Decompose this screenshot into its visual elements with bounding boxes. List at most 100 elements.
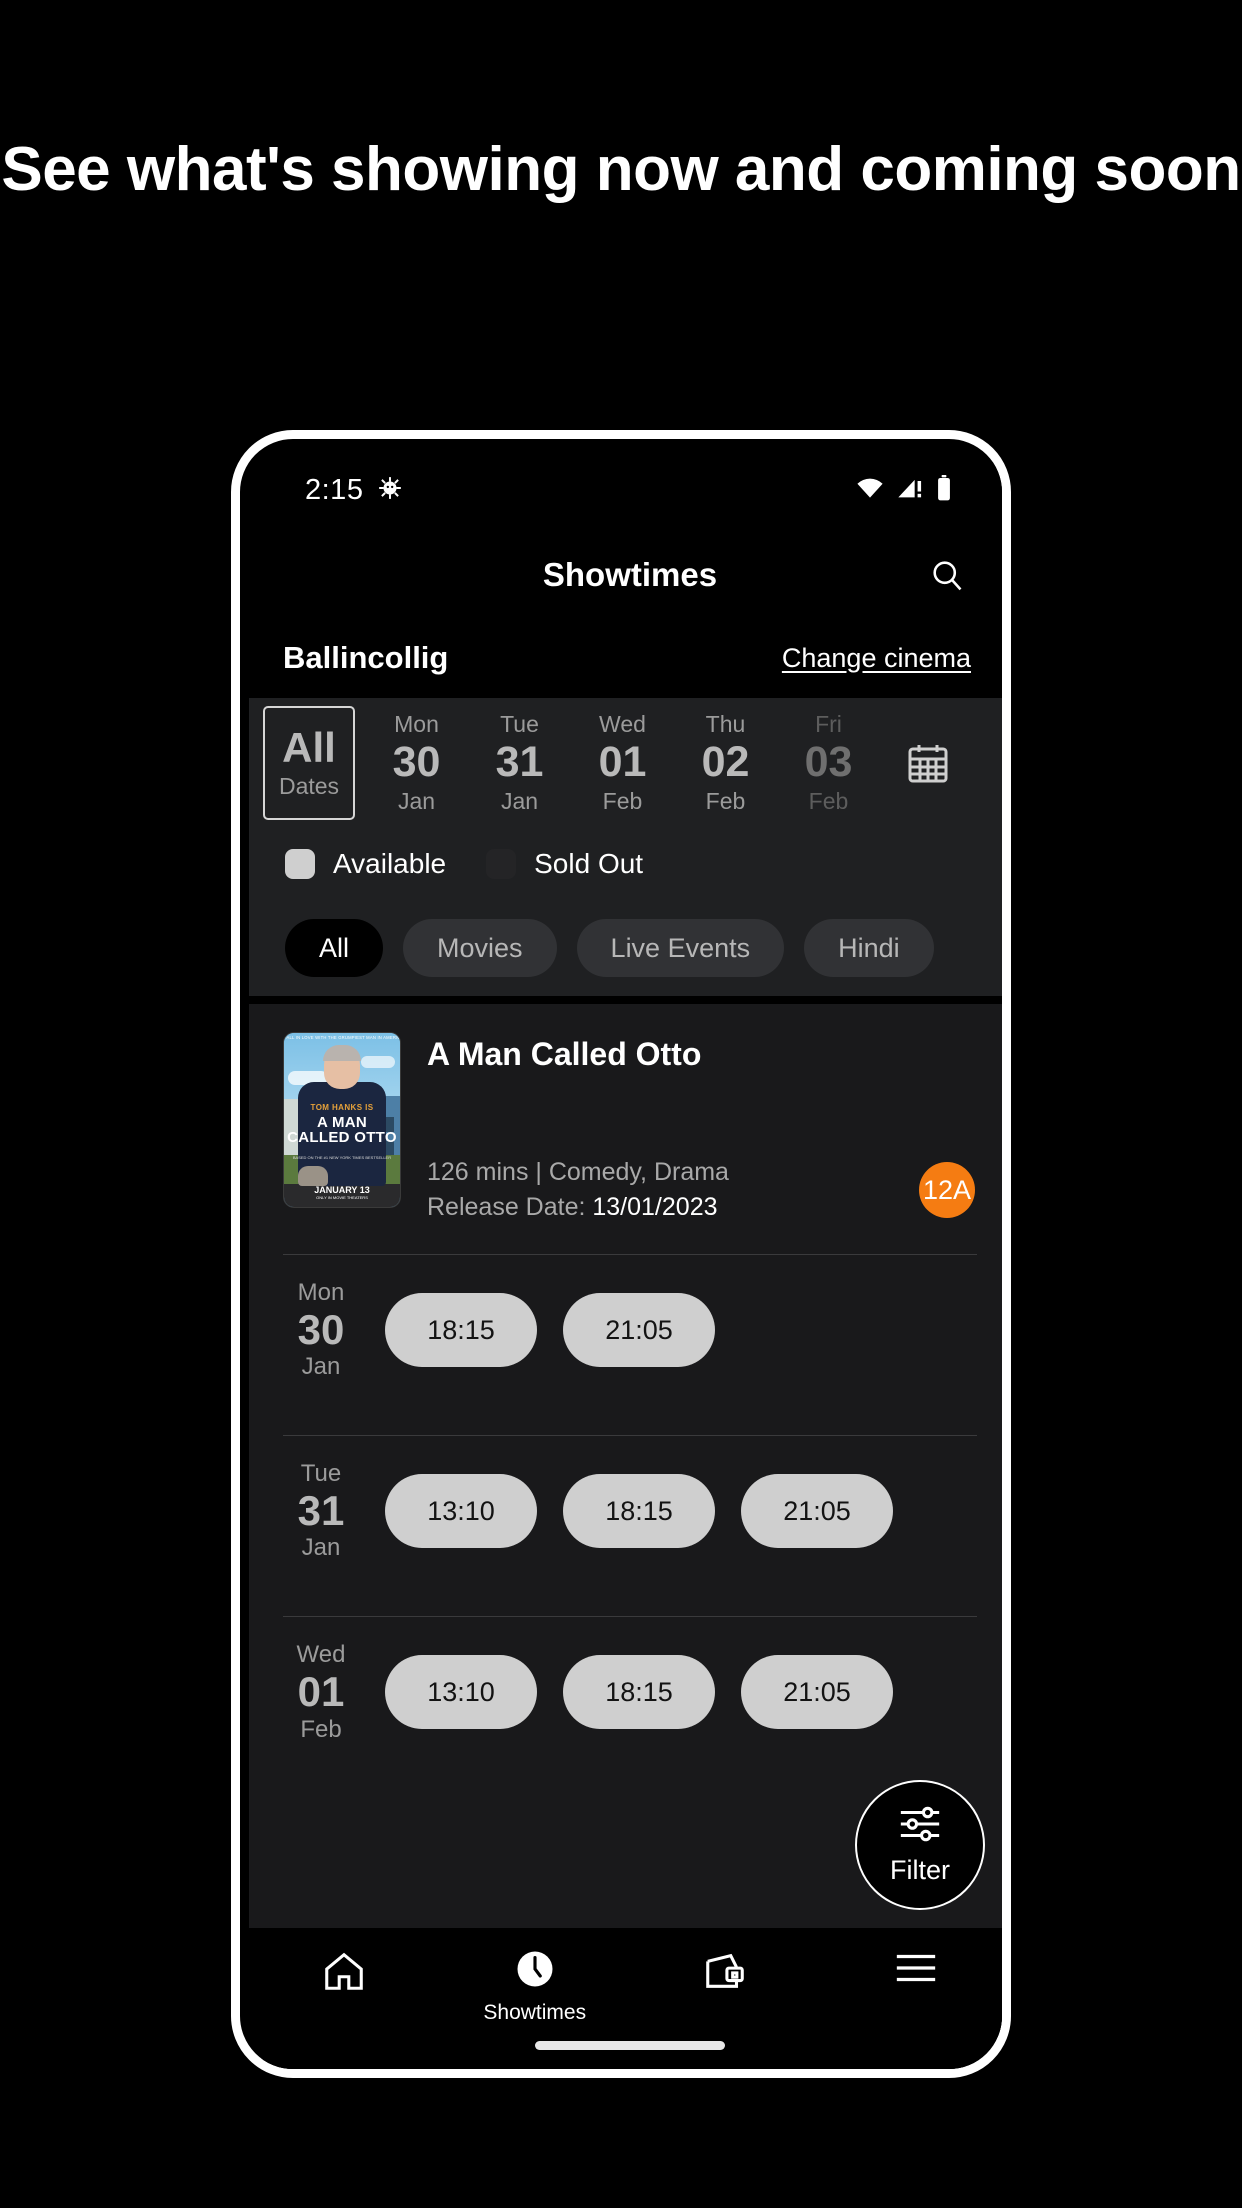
rating-badge: 12A	[919, 1162, 975, 1218]
promo-banner: See what's showing now and coming soon	[0, 0, 1242, 204]
showtime-date: Tue 31 Jan	[283, 1460, 359, 1562]
showtime-pill[interactable]: 21:05	[741, 1655, 893, 1730]
calendar-icon[interactable]	[880, 698, 976, 828]
promo-headline: See what's showing now and coming soon	[1, 135, 1241, 204]
wallet-icon	[702, 1948, 748, 1999]
date-cell[interactable]: Tue 31 Jan	[468, 698, 571, 828]
movie-info: A Man Called Otto 126 mins | Comedy, Dra…	[427, 1032, 977, 1224]
bottom-navigation[interactable]: Showtimes	[249, 1928, 1003, 2069]
legend-label: Sold Out	[534, 848, 644, 879]
nav-item-home[interactable]	[249, 1928, 440, 1999]
date-dow: Mon	[394, 711, 439, 738]
movie-card[interactable]: FALL IN LOVE WITH THE GRUMPIEST MAN IN A…	[249, 1004, 1002, 1224]
wifi-icon	[855, 476, 885, 505]
home-indicator	[535, 2041, 725, 2050]
legend-item-available: Available	[285, 848, 446, 880]
category-chip-list[interactable]: All Movies Live Events Hindi	[249, 900, 1002, 996]
poster-release-month: JANUARY 13	[314, 1185, 370, 1195]
showtime-pill[interactable]: 18:15	[563, 1474, 715, 1549]
showtime-row: Mon 30 Jan 18:15 21:05	[249, 1255, 1002, 1405]
status-bar-right	[855, 474, 953, 506]
date-cell-all[interactable]: All Dates	[263, 706, 355, 820]
category-chip-movies[interactable]: Movies	[403, 919, 557, 977]
status-bar-left: 2:15	[305, 474, 403, 507]
date-cell[interactable]: Mon 30 Jan	[365, 698, 468, 828]
date-selector[interactable]: All Dates Mon 30 Jan Tue 31 Jan Wed 01 F…	[249, 698, 1002, 828]
date-month: Jan	[500, 787, 539, 814]
date-cell[interactable]: Thu 02 Feb	[674, 698, 777, 828]
showtime-pill[interactable]: 13:10	[385, 1474, 537, 1549]
showtime-pills[interactable]: 13:10 18:15 21:05	[385, 1474, 893, 1549]
available-swatch	[285, 849, 315, 879]
home-icon	[321, 1948, 367, 1999]
filters-panel: All Dates Mon 30 Jan Tue 31 Jan Wed 01 F…	[249, 698, 1002, 996]
movie-duration-genre: 126 mins | Comedy, Drama	[427, 1158, 729, 1186]
showtime-pill[interactable]: 18:15	[385, 1293, 537, 1368]
legend-item-sold-out: Sold Out	[486, 848, 643, 880]
release-date-label: Release Date:	[427, 1192, 593, 1221]
date-all-label: All	[282, 724, 336, 772]
showtime-pill[interactable]: 13:10	[385, 1655, 537, 1730]
movie-header: FALL IN LOVE WITH THE GRUMPIEST MAN IN A…	[283, 1032, 977, 1224]
sold-out-swatch	[486, 849, 517, 879]
showtime-pill[interactable]: 21:05	[563, 1293, 715, 1368]
poster-release: JANUARY 13 ONLY IN MOVIE THEATERS	[284, 1185, 400, 1200]
movie-release-line: Release Date: 13/01/2023	[427, 1190, 977, 1225]
movie-meta: 126 mins | Comedy, Drama Release Date: 1…	[427, 1155, 977, 1224]
menu-icon	[893, 1948, 939, 1993]
showtime-dow: Tue	[300, 1460, 342, 1488]
date-day: 03	[804, 738, 853, 787]
change-cinema-link[interactable]: Change cinema	[782, 643, 971, 674]
showtime-pill[interactable]: 21:05	[741, 1474, 893, 1549]
phone-frame: 2:15 Showtimes Ballincollig Change cinem…	[231, 430, 1011, 2078]
filter-fab-label: Filter	[890, 1855, 950, 1885]
date-cell[interactable]: Fri 03 Feb	[777, 698, 880, 828]
movie-title: A Man Called Otto	[427, 1036, 702, 1072]
date-day: 01	[598, 738, 647, 787]
date-day: 02	[701, 738, 750, 787]
showtime-date: Mon 30 Jan	[283, 1279, 359, 1381]
poster-star-line: TOM HANKS IS	[310, 1102, 374, 1112]
search-icon[interactable]	[925, 553, 969, 597]
nav-item-wallet[interactable]	[630, 1928, 821, 1999]
release-date-value: 13/01/2023	[592, 1192, 718, 1221]
nav-item-showtimes[interactable]: Showtimes	[440, 1928, 631, 2025]
showtime-pills[interactable]: 18:15 21:05	[385, 1293, 715, 1368]
movie-poster[interactable]: FALL IN LOVE WITH THE GRUMPIEST MAN IN A…	[283, 1032, 401, 1208]
nav-label-showtimes: Showtimes	[483, 2001, 587, 2024]
date-all-sublabel: Dates	[278, 772, 340, 799]
showtime-row: Wed 01 Feb 13:10 18:15 21:05	[249, 1617, 1002, 1767]
date-dow: Thu	[705, 711, 746, 738]
phone-screen: 2:15 Showtimes Ballincollig Change cinem…	[249, 448, 1003, 2069]
showtime-month: Jan	[301, 1353, 341, 1381]
showtime-pills[interactable]: 13:10 18:15 21:05	[385, 1655, 893, 1730]
showtime-row: Tue 31 Jan 13:10 18:15 21:05	[249, 1436, 1002, 1586]
filter-fab[interactable]: Filter	[855, 1780, 985, 1910]
category-chip-all[interactable]: All	[285, 919, 384, 977]
cinema-name: Ballincollig	[283, 640, 449, 675]
battery-icon	[935, 474, 953, 506]
showtime-dow: Mon	[297, 1279, 345, 1306]
showtime-date: Wed 01 Feb	[283, 1641, 359, 1743]
availability-legend: Available Sold Out	[249, 828, 1002, 900]
date-dow: Fri	[815, 711, 842, 738]
category-chip-live-events[interactable]: Live Events	[576, 919, 785, 977]
legend-label: Available	[333, 848, 447, 879]
showtime-day: 01	[297, 1668, 345, 1716]
showtime-day: 31	[297, 1487, 345, 1535]
poster-title: A MAN CALLED OTTO	[287, 1113, 397, 1147]
date-dow: Wed	[599, 711, 646, 738]
showtime-month: Jan	[301, 1534, 341, 1562]
date-month: Feb	[705, 787, 746, 814]
showtime-pill[interactable]: 18:15	[563, 1655, 715, 1730]
nav-item-menu[interactable]	[821, 1928, 1003, 1993]
date-day: 31	[495, 738, 544, 787]
showtimes-list[interactable]: FALL IN LOVE WITH THE GRUMPIEST MAN IN A…	[249, 1004, 1002, 1928]
bug-icon	[377, 475, 403, 506]
date-cell[interactable]: Wed 01 Feb	[571, 698, 674, 828]
category-chip-hindi[interactable]: Hindi	[804, 919, 934, 977]
app-bar: Showtimes	[249, 532, 1002, 618]
poster-release-sub: ONLY IN MOVIE THEATERS	[316, 1195, 368, 1200]
poster-tagline: FALL IN LOVE WITH THE GRUMPIEST MAN IN A…	[284, 1035, 401, 1040]
date-day: 30	[392, 738, 441, 787]
